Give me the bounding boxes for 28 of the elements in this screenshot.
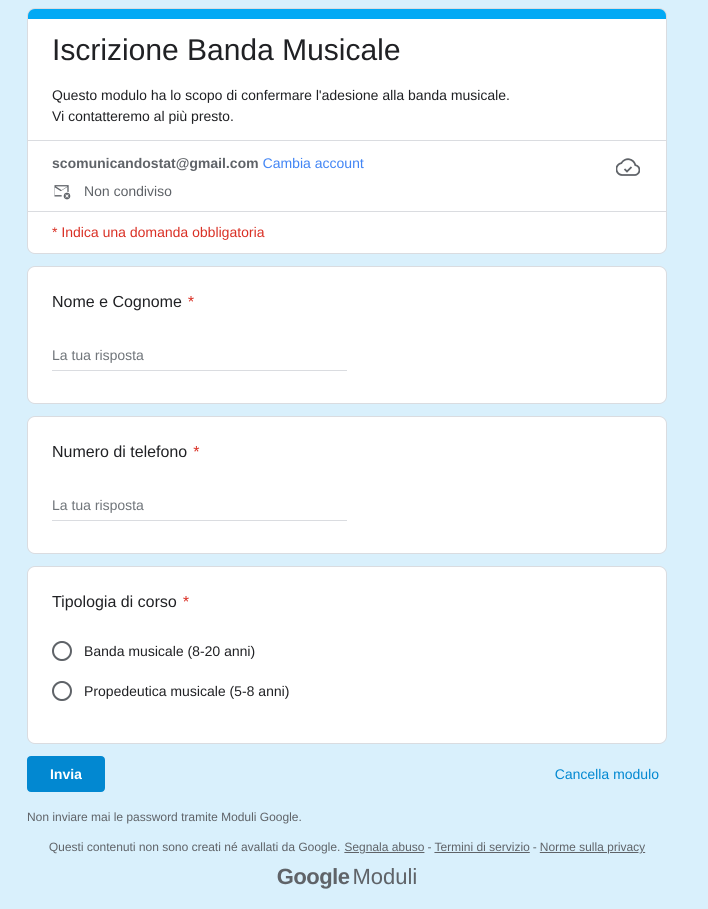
footer-link[interactable]: Termini di servizio: [434, 840, 530, 854]
form-description: Questo modulo ha lo scopo di confermare l'adesione alla banda musicale.: [52, 86, 511, 105]
disclaimer-text: Questi contenuti non sono creati né avallati da Google.: [48, 840, 340, 854]
sharing-status: Non condiviso: [84, 182, 172, 201]
required-note: * Indica una domanda obbligatoria: [52, 224, 264, 240]
footer-link[interactable]: Norme sulla privacy: [540, 840, 646, 854]
question-title: Numero di telefono: [52, 444, 188, 461]
logo-product: Moduli: [352, 864, 418, 889]
account-email: scomunicandostat@gmail.com: [52, 154, 259, 173]
radio-button[interactable]: [52, 681, 72, 701]
password-warning: Non inviare mai le password tramite Moduli Google.: [27, 810, 303, 824]
option-label: Banda musicale (8-20 anni): [84, 643, 256, 659]
logo-brand: Google: [276, 864, 350, 889]
required-mark: *: [188, 294, 194, 311]
required-mark: *: [193, 444, 200, 461]
question-title: Nome e Cognome: [52, 294, 182, 311]
footer-link[interactable]: Segnala abuso: [344, 840, 424, 854]
submit-button[interactable]: Invia: [27, 756, 105, 792]
form-description: Vi contatteremo al più presto.: [52, 107, 235, 126]
option-label: Propedeutica musicale (5-8 anni): [84, 683, 290, 699]
switch-account-link[interactable]: Cambia account: [262, 153, 364, 173]
clear-form-link[interactable]: Cancella modulo: [554, 766, 659, 782]
question-title: Tipologia di corso: [52, 594, 177, 611]
form-title: Iscrizione Banda Musicale: [52, 33, 402, 69]
radio-button[interactable]: [52, 641, 72, 661]
required-mark: *: [182, 594, 190, 611]
link-separator: -: [532, 840, 537, 854]
link-separator: -: [427, 840, 432, 854]
